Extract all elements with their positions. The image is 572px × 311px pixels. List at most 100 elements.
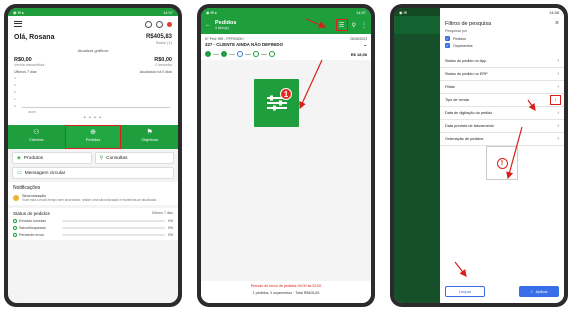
y-tick: 0 <box>14 104 16 108</box>
update-charts-link[interactable]: Atualizar gráficos <box>14 48 172 53</box>
checkbox-checked-icon: ✓ <box>445 36 450 41</box>
balance-box: R$405,83 Saldo (1) <box>146 34 172 45</box>
filter-label: Tipo de venda <box>445 98 469 102</box>
status-icon <box>13 226 17 230</box>
search-icon: ⚲ <box>99 155 104 161</box>
checkbox-orcamentos[interactable]: ✓ Orçamentos <box>440 42 564 49</box>
orders-appbar: ← Pedidos 4 lidos(s) ☰ ⚲ ⋮ <box>201 16 371 34</box>
status-name: Salvo/bloqueado <box>19 226 46 230</box>
orders-icon: ⊕ <box>90 129 96 136</box>
status-bar: ◉ ✉ ▸ 14:57 <box>8 8 178 16</box>
filter-data-digitacao[interactable]: Data de digitação do pedido › <box>440 107 564 120</box>
tutorial-composite: ◉ ✉ ▸ 14:57 Olá, Rosana R$405,83 Saldo (… <box>0 0 572 311</box>
y-tick: 4 <box>14 76 16 80</box>
search-by-label: Pesquisar por <box>445 29 468 33</box>
dimmed-background: ◉ ✉ <box>394 8 440 303</box>
status-row: Enviado sucesso 0% <box>13 219 173 223</box>
filter-icon[interactable]: ☰ <box>335 19 348 31</box>
home-screen: ◉ ✉ ▸ 14:57 Olá, Rosana R$405,83 Saldo (… <box>8 8 178 303</box>
box-icon: ◈ <box>17 155 21 161</box>
filter-tipo-venda[interactable]: Tipo de venda › <box>440 94 564 107</box>
filter-status-app[interactable]: Status do pedido no App › <box>440 55 564 68</box>
carousel-dots[interactable]: • • • • <box>14 115 172 121</box>
chat-icon[interactable] <box>156 20 163 28</box>
orders-screen: ◉ ✉ ▸ 14:57 ← Pedidos 4 lidos(s) ☰ ⚲ ⋮ N… <box>201 8 371 303</box>
order-value: R$ 18,98 <box>350 51 367 57</box>
order-date: 26/05/2023 <box>350 37 367 41</box>
filter-data-faturamento[interactable]: Data prevista de faturamento › <box>440 120 564 133</box>
filter-status-erp[interactable]: Status do pedido no ERP › <box>440 68 564 81</box>
consultas-label: Consultas <box>106 155 128 161</box>
status-bar-track <box>62 220 166 222</box>
clear-button[interactable]: Limpar <box>445 286 485 297</box>
more-icon[interactable]: ⋮ <box>361 22 367 29</box>
status-filter[interactable]: Últimos 7 dias <box>152 211 173 216</box>
consultas-card[interactable]: ⚲ Consultas <box>94 152 174 164</box>
produtos-card[interactable]: ◈ Produtos <box>12 152 92 164</box>
step-icon <box>221 51 227 57</box>
notification-item[interactable]: Sincronização Você está a muito tempo se… <box>13 194 173 202</box>
produtos-label: Produtos <box>23 155 44 161</box>
period-filter[interactable]: Últimos 7 dias <box>14 70 37 74</box>
status-row: Pendente envio 0% <box>13 233 173 237</box>
filter-filiais[interactable]: Filiais › <box>440 81 564 94</box>
phone-filter-screen: ◉ ✉ 14:58 Filtros de pesquisa × Pesquisa… <box>390 4 568 307</box>
status-bar: ◉ ✉ <box>394 8 440 16</box>
menu-icon[interactable] <box>14 21 22 27</box>
order-progress: R$ 18,98 <box>205 51 367 57</box>
notification-text: Você está a muito tempo sem sincronizar,… <box>22 198 158 202</box>
clients-icon: ⚇ <box>33 129 40 136</box>
sales-chart: 4 3 2 1 0 26/05 <box>14 76 172 114</box>
nav-label: Pedidos <box>85 137 101 142</box>
step-icon <box>205 51 211 57</box>
status-icons: ◉ ✉ ▸ <box>206 9 218 15</box>
order-card[interactable]: N° Ped: 999 - PFP00000 / 26/05/2023 327 … <box>201 34 371 60</box>
chevron-zoom-callout: ! <box>486 146 518 180</box>
filter-label: Filiais <box>445 85 455 89</box>
chart-baseline <box>22 107 170 108</box>
search-icon[interactable]: ⚲ <box>352 22 356 29</box>
notifications-section: Notificações Sincronização Você está a m… <box>8 182 178 205</box>
step-icon <box>253 51 259 57</box>
order-status-section: Status de pedidos Últimos 7 dias Enviado… <box>8 208 178 240</box>
nav-label: Clientes <box>29 137 44 142</box>
phone-orders-screen: ◉ ✉ ▸ 14:57 ← Pedidos 4 lidos(s) ☰ ⚲ ⋮ N… <box>197 4 375 307</box>
expand-icon[interactable]: ⌄ <box>363 42 367 48</box>
y-tick: 1 <box>14 97 16 101</box>
filter-ordenacao[interactable]: Ordenação de pedidos › <box>440 133 564 146</box>
send-period-warning: Período de envio de pedidos 09:00 às 22:… <box>250 284 322 288</box>
close-icon[interactable]: × <box>555 20 559 27</box>
main-nav: ⚇ Clientes ⊕ Pedidos ⚑ Objetivos <box>8 125 178 149</box>
back-arrow-icon[interactable]: ← <box>205 22 211 28</box>
step-icon <box>237 51 243 57</box>
checkbox-pedidos[interactable]: ✓ Pedidos <box>440 35 564 42</box>
status-name: Pendente envio <box>19 233 44 237</box>
orders-footer: Período de envio de pedidos 09:00 às 22:… <box>201 281 371 303</box>
status-pct: 0% <box>168 226 173 230</box>
filter-label: Ordenação de pedidos <box>445 137 484 141</box>
filter-badge: 1 <box>280 88 292 100</box>
message-icon: ▭ <box>17 170 22 176</box>
checkbox-checked-icon: ✓ <box>445 43 450 48</box>
sync-icon[interactable] <box>145 20 152 28</box>
order-client: 327 - CLIENTE AINDA NÃO DEFINIDO <box>205 42 283 47</box>
filter-label: Data prevista de faturamento <box>445 124 494 128</box>
status-bar-track <box>62 234 166 236</box>
step-icon <box>269 51 275 57</box>
check-icon: ✓ <box>530 289 534 294</box>
nav-pedidos[interactable]: ⊕ Pedidos <box>64 125 122 149</box>
apply-button[interactable]: ✓ Aplicar <box>519 286 559 297</box>
nav-objetivos[interactable]: ⚑ Objetivos <box>121 125 178 149</box>
chevron-right-icon: › <box>557 123 559 129</box>
mensagem-label: Mensagem circular <box>24 170 66 176</box>
chevron-right-icon: › <box>557 110 559 116</box>
phone-home-screen: ◉ ✉ ▸ 14:57 Olá, Rosana R$405,83 Saldo (… <box>4 4 182 307</box>
mensagem-card[interactable]: ▭ Mensagem circular <box>12 167 174 179</box>
nav-clientes[interactable]: ⚇ Clientes <box>8 125 65 149</box>
home-header: Olá, Rosana R$405,83 Saldo (1) Atualizar… <box>8 16 178 125</box>
notification-icon[interactable] <box>167 21 172 27</box>
commission-label: Comissão <box>155 63 172 67</box>
status-time: 14:58 <box>548 9 559 15</box>
dimmed-appbar <box>394 16 440 34</box>
x-tick: 26/05 <box>28 110 36 114</box>
